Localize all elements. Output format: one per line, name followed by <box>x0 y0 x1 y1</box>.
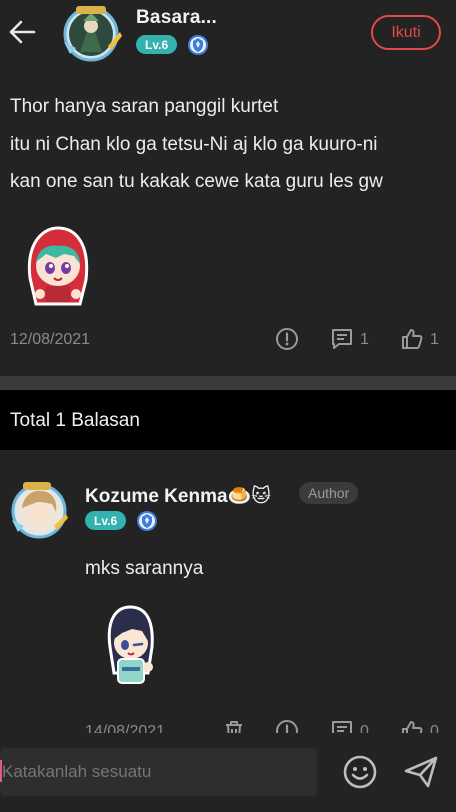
report-icon[interactable] <box>275 327 299 351</box>
reply-author-avatar[interactable] <box>8 478 70 540</box>
arrow-left-icon <box>9 20 36 44</box>
thumbs-up-icon[interactable] <box>400 327 424 351</box>
text-caret <box>0 760 2 782</box>
author-avatar[interactable] <box>58 2 128 62</box>
back-button[interactable] <box>4 12 40 52</box>
post-meta-row: 12/08/2021 1 1 <box>0 326 456 356</box>
reply-verified-shield-icon <box>136 510 158 532</box>
comment-icon[interactable] <box>330 327 354 351</box>
author-tag: Author <box>299 482 359 504</box>
follow-button[interactable]: Ikuti <box>371 15 441 50</box>
post-line: Thor hanya saran panggil kurtet <box>10 96 279 117</box>
sticker-image <box>20 224 96 310</box>
level-badge: Lv.6 <box>136 35 178 54</box>
post-line: itu ni Chan klo ga tetsu-Ni aj klo ga ku… <box>10 133 378 155</box>
comment-input[interactable] <box>0 748 317 796</box>
author-name[interactable]: Basara... <box>136 7 217 29</box>
smiley-icon <box>343 755 377 789</box>
emoji-button[interactable] <box>342 754 378 790</box>
replies-total-label: Total 1 Balasan <box>10 410 140 431</box>
post-line: kan one san tu kakak cewe kata guru les … <box>10 171 383 192</box>
reply-sticker-image <box>98 603 164 691</box>
post-date: 12/08/2021 <box>10 331 91 348</box>
send-button[interactable] <box>403 755 439 789</box>
post-text: Thor hanya saran panggil kurtet itu ni C… <box>10 88 450 201</box>
reply-text: mks sarannya <box>85 558 204 579</box>
like-count: 1 <box>430 331 439 348</box>
send-icon <box>404 756 438 788</box>
reply-author-name[interactable]: Kozume Kenma🍮🐱 <box>85 484 271 508</box>
section-divider <box>0 376 456 390</box>
reply-level-badge: Lv.6 <box>85 511 127 530</box>
comment-count: 1 <box>360 331 369 348</box>
verified-shield-icon <box>187 34 209 56</box>
